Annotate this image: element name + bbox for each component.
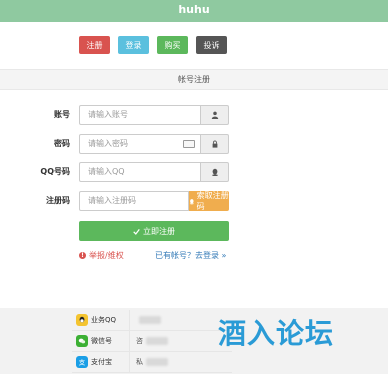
- qq-label: QQ号码: [40, 167, 70, 176]
- regcode-input[interactable]: 请输入注册码: [79, 191, 189, 211]
- submit-register-button[interactable]: 立即注册: [79, 221, 229, 241]
- contact-name-label: 支付宝: [91, 358, 112, 366]
- contact-name-label: 业务QQ: [91, 316, 117, 324]
- contact-row-wechat: 微信号 咨: [72, 331, 232, 352]
- regcode-label: 注册码: [46, 196, 70, 205]
- account-input[interactable]: 请输入账号: [79, 105, 201, 125]
- complain-button[interactable]: 投诉: [196, 36, 227, 54]
- regcode-row: 注册码 请输入注册码 索取注册码: [0, 191, 388, 211]
- contact-name-label: 微信号: [91, 337, 112, 345]
- qq-row: QQ号码 请输入QQ: [0, 162, 388, 182]
- keyboard-icon[interactable]: [183, 140, 195, 148]
- buy-button[interactable]: 购买: [157, 36, 188, 54]
- svg-text:支: 支: [79, 358, 86, 366]
- alert-icon: !: [79, 252, 86, 259]
- password-row: 密码 请输入密码: [0, 134, 388, 154]
- qq-icon: [76, 314, 88, 326]
- wechat-icon: [76, 335, 88, 347]
- login-button[interactable]: 登录: [118, 36, 149, 54]
- section-title: 帐号注册: [0, 69, 388, 90]
- user-icon: [201, 105, 229, 125]
- action-button-row: 注册 登录 购买 投诉: [79, 36, 227, 54]
- submit-label: 立即注册: [143, 226, 175, 236]
- lock-icon: [201, 134, 229, 154]
- contact-value: 私: [129, 352, 232, 372]
- qq-input[interactable]: 请输入QQ: [79, 162, 201, 182]
- check-icon: [133, 228, 140, 235]
- request-code-label: 索取注册码: [196, 191, 229, 211]
- account-row: 账号 请输入账号: [0, 105, 388, 125]
- contact-row-alipay: 支 支付宝 私: [72, 352, 232, 373]
- qq-icon: [189, 198, 194, 204]
- contact-table: 业务QQ 微信号 咨 支 支付宝 私: [72, 310, 232, 373]
- request-code-button[interactable]: 索取注册码: [189, 191, 229, 211]
- password-label: 密码: [54, 139, 70, 148]
- go-login-link[interactable]: 已有帐号？去登录 »: [155, 250, 226, 261]
- site-header: huhu: [0, 0, 388, 22]
- qq-icon: [201, 162, 229, 182]
- report-label: 举报/维权: [89, 251, 124, 260]
- account-label: 账号: [54, 110, 70, 119]
- register-button[interactable]: 注册: [79, 36, 110, 54]
- site-title: huhu: [178, 3, 210, 16]
- report-link[interactable]: ! 举报/维权: [79, 250, 124, 261]
- site-watermark: 酒入论坛: [218, 317, 335, 350]
- alipay-icon: 支: [76, 356, 88, 368]
- contact-value: [129, 310, 232, 330]
- contact-value: 咨: [129, 331, 232, 351]
- contact-row-qq: 业务QQ: [72, 310, 232, 331]
